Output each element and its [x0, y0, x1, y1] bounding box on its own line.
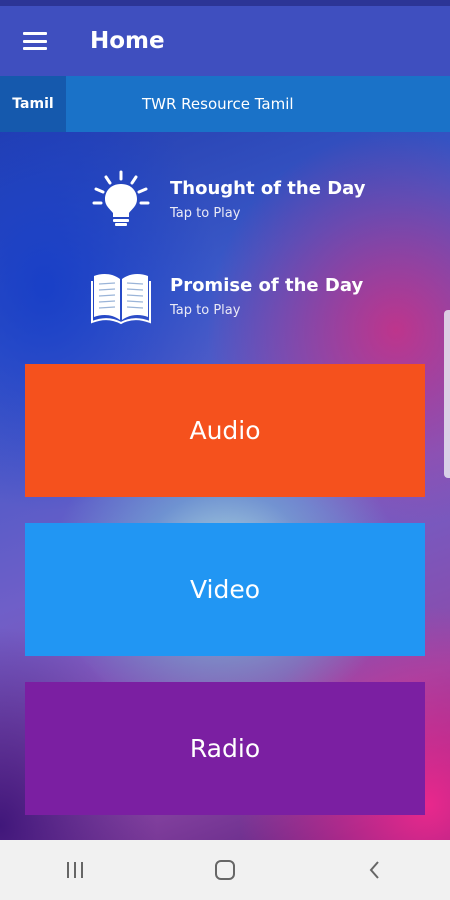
hamburger-icon: [23, 32, 47, 50]
home-button[interactable]: [185, 845, 265, 895]
home-icon: [215, 860, 235, 880]
menu-button[interactable]: [0, 6, 70, 76]
open-book-icon: [91, 274, 151, 325]
tab-bar: Tamil TWR Resource Tamil: [0, 76, 450, 132]
tab-resource[interactable]: TWR Resource Tamil: [142, 95, 294, 113]
feature-title: Promise of the Day: [170, 274, 364, 296]
edge-panel-handle[interactable]: [444, 310, 450, 478]
audio-button[interactable]: Audio: [25, 364, 425, 497]
lightbulb-icon: [92, 170, 150, 226]
page-title: Home: [90, 28, 165, 54]
recent-apps-button[interactable]: [35, 845, 115, 895]
system-nav-bar: [0, 840, 450, 900]
video-button[interactable]: Video: [25, 523, 425, 656]
thought-of-the-day-row[interactable]: Thought of the Day Tap to Play: [90, 170, 365, 228]
feature-subtitle: Tap to Play: [170, 205, 241, 221]
promise-of-the-day-row[interactable]: Promise of the Day Tap to Play: [90, 267, 363, 325]
feature-title: Thought of the Day: [170, 177, 366, 199]
home-content: Thought of the Day Tap to Play Promise o…: [0, 132, 450, 840]
back-button[interactable]: [335, 845, 415, 895]
app-bar: Home: [0, 6, 450, 76]
recent-apps-icon: [67, 862, 83, 878]
radio-button[interactable]: Radio: [25, 682, 425, 815]
feature-subtitle: Tap to Play: [170, 302, 241, 318]
tab-language[interactable]: Tamil: [0, 76, 66, 132]
back-icon: [369, 861, 379, 879]
